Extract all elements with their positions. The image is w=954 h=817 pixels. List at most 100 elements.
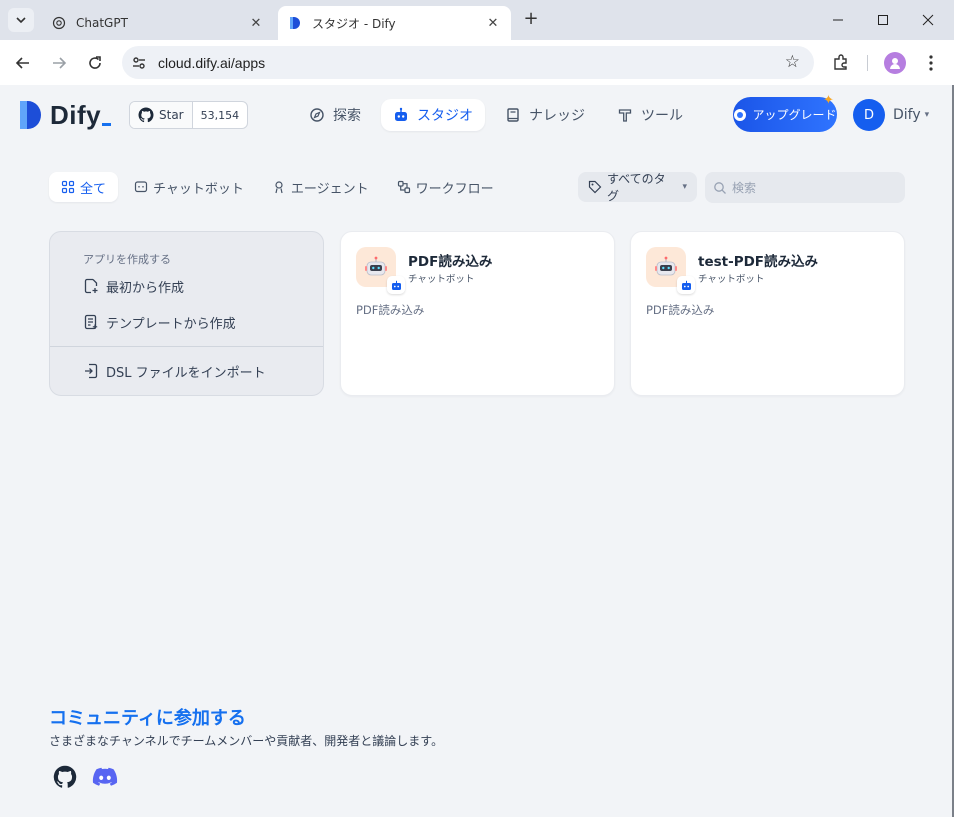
hammer-icon: [617, 107, 633, 123]
window-close-button[interactable]: [906, 6, 950, 34]
nav-knowledge[interactable]: ナレッジ: [493, 99, 597, 131]
tab-strip: ChatGPT ✕ スタジオ - Dify ✕ +: [0, 0, 954, 40]
app-card[interactable]: PDF読み込み チャットボット PDF読み込み: [340, 231, 615, 396]
upgrade-label: アップグレード: [752, 108, 837, 122]
url-text: cloud.dify.ai/apps: [158, 54, 266, 71]
compass-icon: [309, 107, 325, 123]
chat-bubble-icon: [134, 180, 148, 194]
github-link[interactable]: [52, 765, 78, 789]
file-import-icon: [83, 363, 99, 379]
divider: [50, 346, 323, 347]
toolbar-divider: [867, 55, 868, 71]
close-icon[interactable]: ✕: [485, 15, 501, 31]
create-from-template-button[interactable]: テンプレートから作成: [83, 311, 236, 333]
app-description: PDF読み込み: [646, 303, 715, 317]
avatar[interactable]: D: [853, 99, 885, 131]
agent-icon: [272, 180, 286, 194]
app-search[interactable]: [705, 172, 905, 203]
chevron-down-icon: ▾: [682, 182, 687, 192]
upgrade-button[interactable]: アップグレード: [733, 97, 837, 132]
dify-logo[interactable]: Dify: [18, 99, 112, 131]
chatbot-badge-icon: [387, 276, 405, 294]
browser-menu-button[interactable]: [920, 52, 942, 74]
close-icon: [922, 14, 934, 26]
app-name: PDF読み込み: [408, 254, 493, 270]
tab-chatbot[interactable]: チャットボット: [122, 172, 256, 202]
tab-dify-studio[interactable]: スタジオ - Dify ✕: [278, 6, 511, 40]
user-name[interactable]: Dify: [893, 107, 921, 123]
github-star-label[interactable]: Star: [130, 102, 193, 128]
nav-label: 探索: [333, 108, 361, 124]
minimize-icon: [833, 19, 843, 21]
app-type-tabs: 全て チャットボット エージェント ワークフロー: [49, 172, 506, 202]
maximize-button[interactable]: [861, 6, 905, 34]
workflow-icon: [397, 180, 411, 194]
template-icon: [83, 314, 99, 330]
tab-agent[interactable]: エージェント: [260, 172, 381, 202]
discord-link[interactable]: [92, 765, 118, 789]
forward-button[interactable]: [46, 50, 72, 76]
github-star-button[interactable]: Star 53,154: [129, 101, 249, 129]
github-icon: [138, 107, 154, 123]
search-input[interactable]: [732, 180, 892, 195]
bookmark-star-icon[interactable]: ☆: [785, 52, 800, 72]
book-icon: [505, 107, 521, 123]
star-label: Star: [159, 108, 184, 122]
grid-icon: [61, 180, 75, 194]
nav-explore[interactable]: 探索: [297, 99, 373, 131]
chevron-down-icon: ▾: [924, 110, 930, 120]
tab-title: スタジオ - Dify: [312, 16, 396, 31]
new-tab-button[interactable]: +: [520, 9, 542, 31]
import-dsl-label: DSL ファイルをインポート: [106, 365, 266, 381]
reload-button[interactable]: [82, 50, 108, 76]
nav-studio[interactable]: スタジオ: [381, 99, 485, 131]
more-vertical-icon: [929, 55, 933, 71]
browser-toolbar: cloud.dify.ai/apps ☆: [0, 40, 954, 85]
create-app-title: アプリを作成する: [83, 253, 171, 266]
discord-icon: [92, 767, 118, 786]
logo-text: Dify: [50, 99, 102, 130]
sparkle-icon: ✦: [823, 93, 834, 108]
tab-all[interactable]: 全て: [49, 172, 119, 202]
chatgpt-icon: [52, 16, 66, 30]
address-bar[interactable]: cloud.dify.ai/apps ☆: [122, 46, 814, 79]
import-dsl-button[interactable]: DSL ファイルをインポート: [83, 360, 266, 382]
minimize-button[interactable]: [816, 6, 860, 34]
dify-icon: [288, 16, 302, 30]
search-icon: [714, 181, 726, 194]
tab-search-button[interactable]: [8, 8, 34, 32]
community-description: さまざまなチャンネルでチームメンバーや貢献者、開発者と議論します。: [49, 734, 444, 748]
create-app-card: アプリを作成する 最初から作成 テンプレートから作成 DSL ファイルをインポー…: [49, 231, 324, 396]
browser-chrome: ChatGPT ✕ スタジオ - Dify ✕ + cloud.dify.ai/…: [0, 0, 954, 85]
robot-icon: [393, 107, 409, 123]
app-description: PDF読み込み: [356, 303, 425, 317]
extensions-icon[interactable]: [830, 51, 852, 73]
profile-icon: [890, 58, 900, 69]
tab-chatgpt[interactable]: ChatGPT ✕: [42, 6, 274, 40]
logo-underscore: [102, 122, 112, 126]
profile-avatar[interactable]: [884, 52, 906, 74]
nav-tools[interactable]: ツール: [605, 99, 695, 131]
app-name: test-PDF読み込み: [698, 254, 819, 270]
tab-label: チャットボット: [153, 181, 244, 197]
tag-icon: [588, 180, 602, 194]
tab-label: エージェント: [290, 181, 369, 197]
star-count[interactable]: 53,154: [193, 102, 247, 128]
back-button[interactable]: [10, 50, 36, 76]
tab-label: ワークフロー: [415, 181, 494, 197]
github-icon: [53, 765, 77, 788]
main-nav: 探索 スタジオ ナレッジ ツール: [297, 99, 695, 131]
upgrade-icon: [734, 108, 747, 121]
tag-filter-dropdown[interactable]: すべてのタグ ▾: [578, 172, 697, 203]
user-menu[interactable]: D Dify ▾: [853, 99, 929, 131]
create-from-template-label: テンプレートから作成: [106, 316, 236, 332]
tab-workflow[interactable]: ワークフロー: [385, 172, 506, 202]
close-icon[interactable]: ✕: [248, 15, 264, 31]
site-settings-icon[interactable]: [125, 49, 153, 77]
arrow-right-icon: [53, 57, 67, 69]
app-header: Dify Star 53,154 探索 スタジオ ナレッジ ツール アップグレー…: [0, 85, 954, 145]
app-card[interactable]: test-PDF読み込み チャットボット PDF読み込み: [630, 231, 905, 396]
maximize-icon: [878, 15, 888, 25]
create-from-blank-button[interactable]: 最初から作成: [83, 275, 184, 297]
nav-label: ナレッジ: [529, 108, 585, 124]
